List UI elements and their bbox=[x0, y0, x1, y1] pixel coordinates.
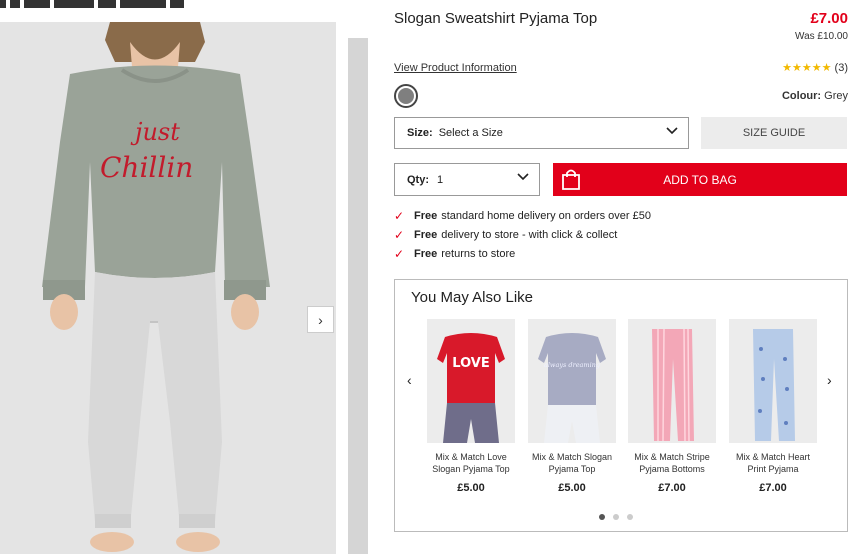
carousel-next-button[interactable]: › bbox=[827, 372, 832, 388]
main-product-image: just Chillin › bbox=[0, 22, 336, 554]
image-slogan-line2: Chillin bbox=[100, 151, 193, 184]
recommendation-name[interactable]: Mix & Match Slogan Pyjama Top bbox=[527, 451, 617, 475]
delivery-bold: Free bbox=[414, 229, 438, 241]
colour-value: Grey bbox=[824, 90, 848, 102]
size-guide-button[interactable]: SIZE GUIDE bbox=[701, 117, 847, 149]
delivery-text: returns to store bbox=[441, 248, 516, 260]
add-to-bag-button[interactable]: ADD TO BAG bbox=[553, 163, 847, 196]
delivery-list: ✓ Free standard home delivery on orders … bbox=[394, 207, 651, 264]
recommendations-title: You May Also Like bbox=[411, 289, 534, 306]
delivery-text: delivery to store - with click & collect bbox=[441, 229, 618, 241]
recommendation-name[interactable]: Mix & Match Love Slogan Pyjama Top bbox=[426, 451, 516, 475]
gallery-next-button[interactable]: › bbox=[307, 306, 334, 333]
tick-icon: ✓ bbox=[394, 247, 405, 261]
recommendation-item[interactable]: Mix & Match Stripe Pyjama Bottoms £7.00 bbox=[627, 319, 717, 494]
product-price: £7.00 bbox=[810, 10, 848, 27]
carousel-prev-button[interactable]: ‹ bbox=[407, 372, 412, 388]
recommendations-panel: You May Also Like ‹ › LOVE Mix & Match L… bbox=[394, 279, 848, 532]
size-label: Size: bbox=[407, 127, 433, 139]
was-price: Was £10.00 bbox=[795, 31, 848, 42]
recommendation-price: £5.00 bbox=[558, 482, 586, 494]
carousel-dot[interactable] bbox=[627, 514, 633, 520]
recommendation-item[interactable]: always dreaming Mix & Match Slogan Pyjam… bbox=[527, 319, 617, 494]
delivery-item: ✓ Free returns to store bbox=[394, 245, 651, 264]
recommendation-price: £5.00 bbox=[457, 482, 485, 494]
tick-icon: ✓ bbox=[394, 209, 405, 223]
recommendation-image[interactable]: LOVE bbox=[427, 319, 515, 443]
recommendation-image[interactable] bbox=[729, 319, 817, 443]
chevron-down-icon bbox=[517, 173, 529, 181]
qty-label: Qty: bbox=[407, 173, 429, 186]
recommendation-item[interactable]: LOVE Mix & Match Love Slogan Pyjama Top … bbox=[426, 319, 516, 494]
carousel-dots bbox=[599, 514, 633, 520]
recommendation-item[interactable]: Mix & Match Heart Print Pyjama £7.00 bbox=[728, 319, 818, 494]
colour-swatch-grey[interactable] bbox=[394, 84, 418, 108]
delivery-item: ✓ Free delivery to store - with click & … bbox=[394, 226, 651, 245]
qty-value: 1 bbox=[437, 173, 444, 186]
recommendation-name[interactable]: Mix & Match Heart Print Pyjama bbox=[728, 451, 818, 475]
chevron-left-icon: ‹ bbox=[407, 372, 412, 388]
top-cropped-strip bbox=[0, 0, 380, 12]
colour-label-text: Colour: bbox=[781, 90, 822, 102]
chevron-right-icon: › bbox=[318, 311, 323, 328]
view-product-info-link[interactable]: View Product Information bbox=[394, 62, 517, 74]
carousel-dot[interactable] bbox=[599, 514, 605, 520]
rating[interactable]: ★★★★★ (3) bbox=[782, 61, 848, 74]
next-image-peek[interactable] bbox=[348, 38, 368, 554]
rating-count: (3) bbox=[834, 62, 848, 74]
rec-slogan: always dreaming bbox=[544, 361, 600, 369]
delivery-bold: Free bbox=[414, 210, 438, 222]
size-value: Select a Size bbox=[438, 127, 503, 139]
tick-icon: ✓ bbox=[394, 228, 405, 242]
recommendation-price: £7.00 bbox=[759, 482, 787, 494]
delivery-bold: Free bbox=[414, 248, 438, 260]
qty-select[interactable]: Qty: 1 bbox=[394, 163, 540, 196]
recommendation-image[interactable]: always dreaming bbox=[528, 319, 616, 443]
recommendation-image[interactable] bbox=[628, 319, 716, 443]
recommendation-price: £7.00 bbox=[658, 482, 686, 494]
colour-label: Colour: Grey bbox=[782, 90, 848, 102]
product-title: Slogan Sweatshirt Pyjama Top bbox=[394, 10, 598, 27]
chevron-down-icon bbox=[666, 127, 678, 135]
add-to-bag-label: ADD TO BAG bbox=[663, 172, 737, 187]
recommendation-name[interactable]: Mix & Match Stripe Pyjama Bottoms bbox=[627, 451, 717, 475]
size-select[interactable]: Size: Select a Size bbox=[394, 117, 689, 149]
model-illustration: just Chillin bbox=[0, 22, 336, 554]
delivery-item: ✓ Free standard home delivery on orders … bbox=[394, 207, 651, 226]
chevron-right-icon: › bbox=[827, 372, 832, 388]
star-rating-icon: ★★★★★ bbox=[782, 62, 832, 74]
shopping-bag-icon bbox=[562, 169, 580, 190]
image-slogan-line1: just bbox=[130, 118, 180, 146]
carousel-dot[interactable] bbox=[613, 514, 619, 520]
swatch-fill bbox=[398, 88, 414, 104]
rec-slogan: LOVE bbox=[452, 356, 489, 371]
delivery-text: standard home delivery on orders over £5… bbox=[441, 210, 651, 222]
